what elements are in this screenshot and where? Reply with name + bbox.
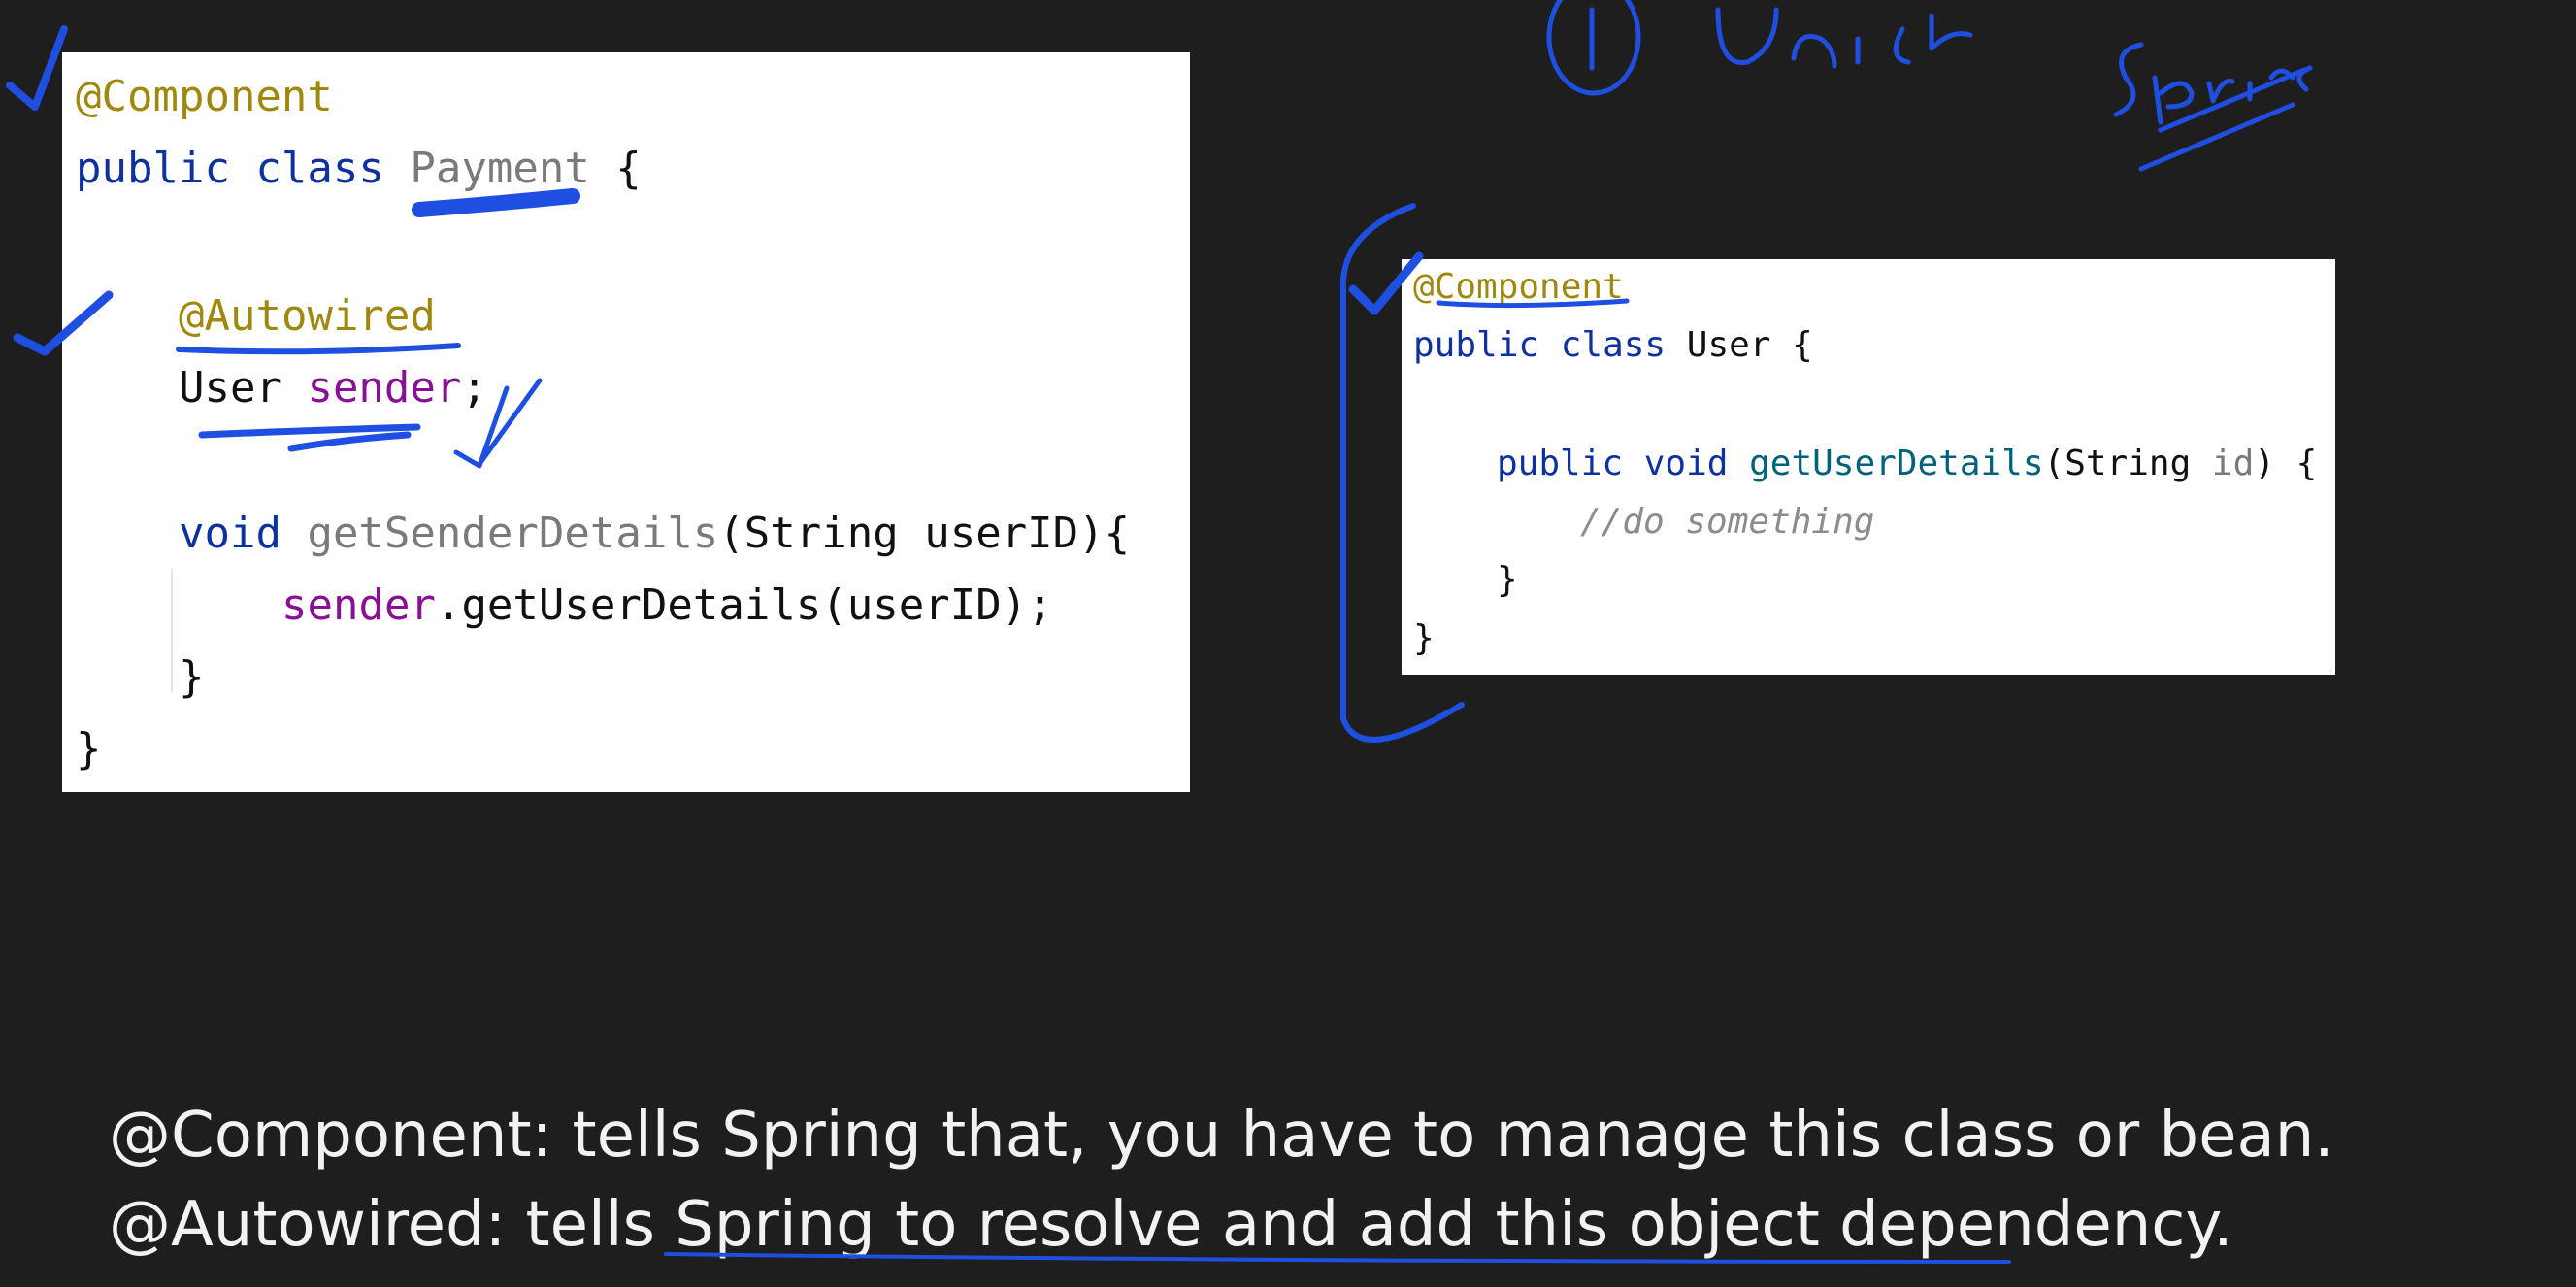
checkmark-icon: [6, 25, 68, 111]
checkmark-icon: [453, 378, 543, 469]
handwritten-annotations: [6, 0, 2313, 1264]
underline-stroke: [664, 1252, 2011, 1264]
checkmark-icon: [1348, 251, 1424, 315]
underline-stroke: [176, 343, 461, 355]
handwriting-stroke: [1715, 7, 1973, 69]
checkmark-icon: [13, 290, 114, 356]
underline-stroke: [1436, 298, 1630, 309]
underline-stroke: [412, 188, 580, 217]
bracket-stroke: [1339, 203, 1465, 742]
underline-stroke: [198, 423, 421, 452]
